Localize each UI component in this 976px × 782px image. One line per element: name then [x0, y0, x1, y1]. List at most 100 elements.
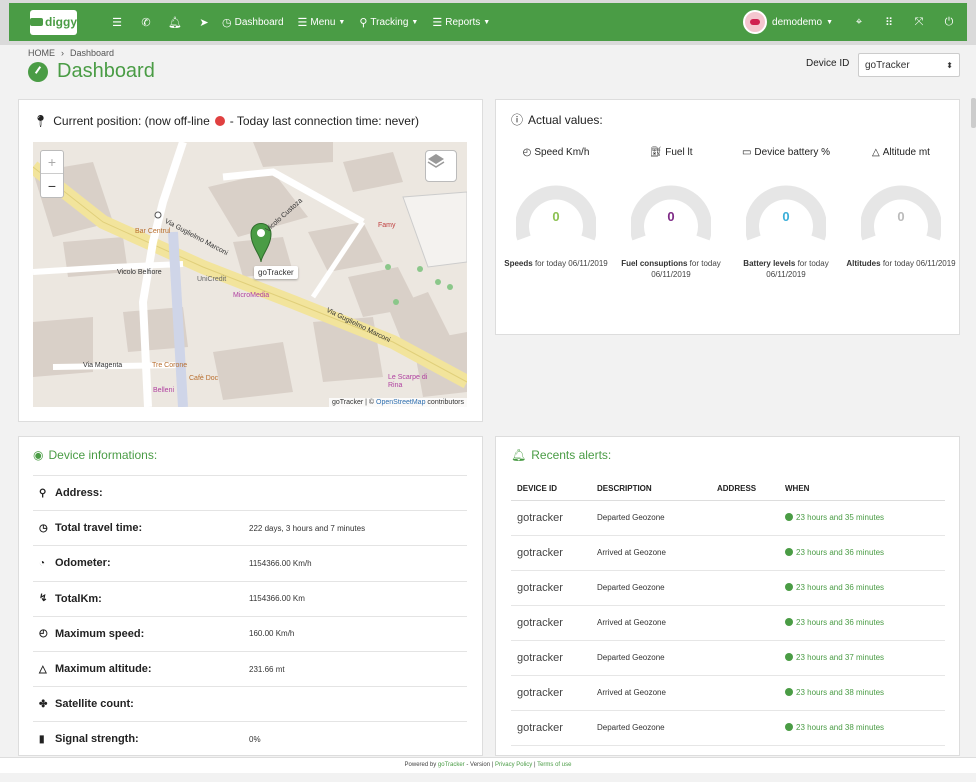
select-arrows-icon: ⬍	[946, 60, 953, 70]
list-icon: ☰	[432, 16, 443, 29]
info-value: 1154366.00 Km	[249, 594, 305, 604]
top-navbar: diggy ☰ ✆ 🔔︎ ➤ ◷ Dashboard ☰ Menu ▼ ⚲ Tracki…	[9, 3, 967, 41]
info-key-text: Maximum altitude:	[55, 663, 152, 675]
table-row[interactable]: gotracker Departed Geozone 23 hours and 37…	[511, 640, 945, 676]
info-key-text: Satellite count:	[55, 698, 134, 711]
odometer-icon: ◔	[39, 557, 46, 569]
battery-icon: ▭	[741, 147, 752, 158]
map-canvas[interactable]: + − goTracker Via Guglielmo Marconi Via …	[33, 142, 467, 407]
gauge-label-text: Altitude mt	[882, 147, 930, 158]
alert-when: 23 hours and 35 minutes	[779, 500, 945, 536]
app-logo[interactable]: diggy	[30, 9, 77, 35]
power-icon[interactable]: ⏻	[941, 16, 957, 29]
dog-logo-icon	[30, 18, 43, 26]
nav-reports[interactable]: ☰ Reports ▼	[432, 3, 490, 41]
zoom-out-button[interactable]: −	[41, 174, 63, 197]
gauge-widget: △ Altitude mt 0 Altitudes for today 06/11/2…	[846, 146, 956, 269]
alert-device: gotracker	[511, 710, 591, 746]
breadcrumb: HOME › Dashboard	[28, 48, 114, 58]
bell-icon[interactable]: 🔔︎	[167, 16, 183, 29]
nav-tracking[interactable]: ⚲ Tracking ▼	[359, 3, 418, 41]
footer: Powered by goTracker - Version | Privacy…	[0, 757, 976, 773]
info-circle-icon: ⓘ	[511, 113, 524, 127]
column-header: WHEN	[779, 477, 945, 501]
user-menu[interactable]: demodemo ▼ ⌖ ⠿ ⤧ ⏻	[743, 10, 967, 34]
alert-description: Departed Geozone	[591, 640, 711, 676]
alert-when-text: 23 hours and 36 minutes	[796, 583, 885, 592]
poi-label: MicroMedia	[233, 292, 270, 299]
attribution-suffix: contributors	[427, 399, 464, 406]
table-row[interactable]: gotracker Departed Geozone 23 hours and 35…	[511, 500, 945, 536]
table-row[interactable]: gotracker Arrived at Geozone 23 hours and …	[511, 605, 945, 641]
info-row: ✤ Satellite count:	[33, 686, 467, 721]
clock-icon	[785, 723, 793, 731]
info-key: ▮ Signal strength:	[33, 733, 249, 745]
gauge-footer: Altitudes for today 06/11/2019	[846, 258, 956, 269]
map-title-text: Current position: (now off-line	[53, 114, 210, 128]
clock-icon	[785, 618, 793, 626]
gauge-dial: 0	[516, 185, 596, 241]
hamburger-icon[interactable]: ☰	[109, 16, 125, 29]
table-row[interactable]: gotracker Departed Geozone 23 hours and 36…	[511, 570, 945, 606]
alert-when-text: 23 hours and 36 minutes	[796, 548, 885, 557]
page-title-text: Dashboard	[57, 60, 155, 82]
zoom-in-button[interactable]: +	[41, 151, 63, 174]
recent-alerts-panel: 🔔︎ Recents alerts: DEVICE ID DESCRIPTION…	[495, 436, 960, 756]
list-icon: ☰	[297, 16, 308, 29]
breadcrumb-home[interactable]: HOME	[28, 48, 55, 58]
info-key: △ Maximum altitude:	[33, 663, 249, 675]
poi-label: Le Scarpe di Rina	[388, 374, 428, 389]
footer-brand-link[interactable]: goTracker	[438, 762, 465, 768]
alert-when-text: 23 hours and 35 minutes	[796, 513, 885, 522]
column-header: DEVICE ID	[511, 477, 591, 501]
clock-icon	[785, 583, 793, 591]
crosshair-icon[interactable]: ⌖	[851, 16, 867, 29]
gauge-footer: Speeds for today 06/11/2019	[501, 258, 611, 269]
table-row[interactable]: gotracker Arrived at Geozone 23 hours and …	[511, 675, 945, 711]
alert-address	[711, 675, 779, 711]
alert-device: gotracker	[511, 605, 591, 641]
info-value: 222 days, 3 hours and 7 minutes	[249, 523, 366, 533]
grid-icon[interactable]: ⠿	[881, 16, 897, 29]
send-icon[interactable]: ➤	[196, 16, 212, 29]
table-row[interactable]: gotracker Arrived at Geozone 23 hours and …	[511, 535, 945, 571]
gauge-footer-text: for today 06/11/2019	[882, 259, 956, 268]
nav-menu[interactable]: ☰ Menu ▼	[298, 3, 346, 41]
table-row[interactable]: gotracker Departed Geozone 23 hours and 38…	[511, 710, 945, 746]
info-key-text: Address:	[55, 487, 103, 499]
alert-description: Arrived at Geozone	[591, 535, 711, 571]
nav-dashboard[interactable]: ◷ Dashboard	[222, 3, 284, 41]
alert-description: Departed Geozone	[591, 570, 711, 606]
page-scrollbar[interactable]	[971, 98, 976, 128]
layers-button[interactable]	[425, 150, 457, 182]
device-id-select[interactable]: goTracker ⬍	[858, 53, 960, 77]
actual-values-title-text: Actual values:	[528, 112, 603, 127]
alert-when: 23 hours and 38 minutes	[779, 675, 945, 711]
terms-of-use-link[interactable]: Terms of use	[537, 762, 571, 768]
fullscreen-icon[interactable]: ⤧	[911, 16, 927, 29]
alert-address	[711, 640, 779, 676]
alert-address	[711, 500, 779, 536]
nav-reports-label: Reports	[445, 16, 481, 28]
bell-icon: 🔔︎	[511, 448, 527, 462]
user-name: demodemo	[772, 16, 823, 28]
clock-icon	[785, 548, 793, 556]
nav-menu-label: Menu	[310, 16, 336, 28]
alert-when: 23 hours and 36 minutes	[779, 605, 945, 641]
alert-description: Arrived at Geozone	[591, 675, 711, 711]
alert-address	[711, 710, 779, 746]
recent-alerts-title-text: Recents alerts:	[531, 448, 612, 462]
caret-down-icon: ▼	[826, 18, 833, 26]
page-title: Dashboard	[28, 60, 155, 83]
phone-icon[interactable]: ✆	[138, 16, 154, 29]
poi-label: UniCredit	[197, 276, 227, 283]
privacy-policy-link[interactable]: Privacy Policy	[495, 762, 532, 768]
satellite-icon: ✤	[39, 698, 48, 710]
compass-icon: ◉	[33, 448, 44, 462]
openstreetmap-link[interactable]: OpenStreetMap	[376, 399, 425, 406]
info-value: 231.66 mt	[249, 664, 285, 674]
info-key: ◷ Total travel time:	[33, 522, 249, 534]
device-info-title-text: Device informations:	[48, 448, 158, 462]
info-key-text: Total travel time:	[55, 522, 143, 535]
route-icon: ↯	[39, 593, 48, 605]
